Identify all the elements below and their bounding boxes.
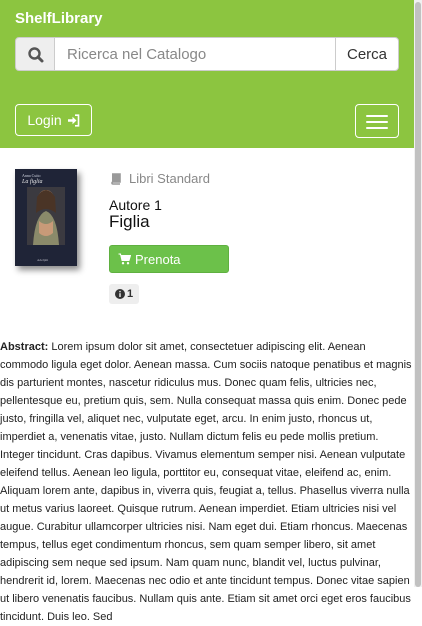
hamburger-icon-bar	[366, 127, 388, 129]
login-label: Login	[27, 112, 62, 128]
search-button[interactable]: Cerca	[335, 37, 399, 71]
abstract-text: Lorem ipsum dolor sit amet, consectetuer…	[0, 341, 412, 623]
cover-illustration	[27, 187, 65, 245]
login-button[interactable]: Login	[15, 104, 92, 136]
book-cover[interactable]: Anna Cuito La figlia Adelphi	[15, 169, 77, 266]
book-author[interactable]: Autore 1	[109, 197, 162, 213]
top-navbar: ShelfLibrary Cerca Login	[0, 0, 414, 148]
hamburger-icon-bar	[366, 121, 388, 123]
hamburger-icon	[366, 115, 388, 117]
reserve-label: Prenota	[135, 251, 181, 267]
book-category: Libri Standard	[110, 171, 210, 186]
menu-toggle-button[interactable]	[355, 104, 399, 138]
info-count: 1	[126, 288, 134, 300]
cover-publisher: Adelphi	[37, 258, 49, 262]
shopping-cart-icon	[118, 253, 131, 265]
info-badge[interactable]: 1	[109, 284, 139, 304]
reserve-button[interactable]: Prenota	[109, 245, 229, 273]
abstract-label: Abstract:	[0, 341, 49, 353]
book-title[interactable]: Figlia	[109, 212, 150, 232]
info-circle-icon	[114, 289, 125, 299]
search-icon	[28, 47, 44, 63]
scrollbar-thumb[interactable]	[415, 2, 421, 587]
category-label: Libri Standard	[129, 171, 210, 186]
abstract-section: Abstract: Lorem ipsum dolor sit amet, co…	[0, 338, 414, 626]
search-bar: Cerca	[15, 37, 399, 71]
search-input[interactable]	[55, 37, 335, 71]
brand-logo[interactable]: ShelfLibrary	[15, 10, 103, 27]
book-icon	[111, 172, 121, 185]
sign-in-icon	[67, 113, 79, 127]
scrollbar[interactable]	[414, 0, 422, 587]
search-icon-button[interactable]	[15, 37, 55, 71]
